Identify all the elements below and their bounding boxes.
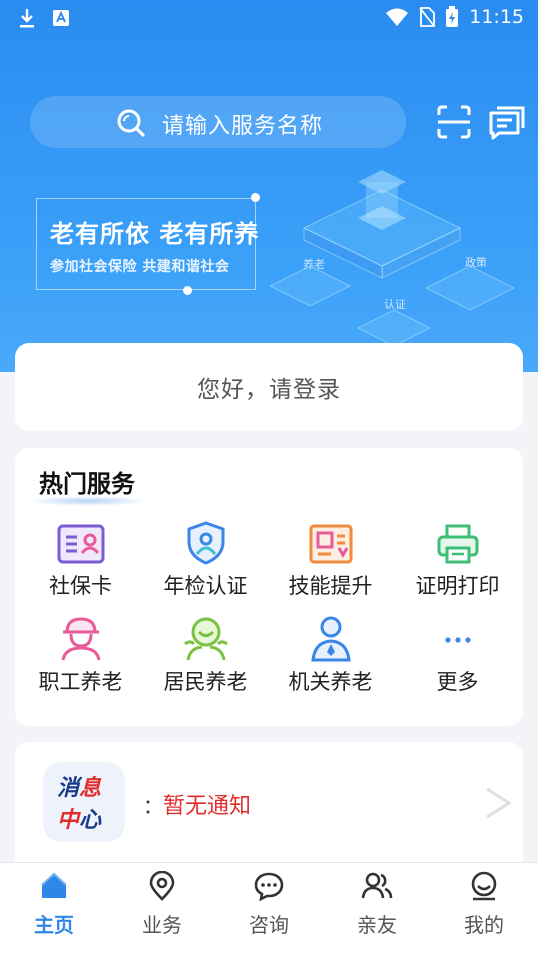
service-label: 机关养老: [288, 670, 373, 694]
tab-label: 亲友: [357, 913, 397, 937]
badge-char: 心: [79, 808, 102, 833]
printer-icon: [437, 524, 478, 564]
chat-bubble-icon: [254, 872, 284, 901]
chevron-right-icon[interactable]: [483, 786, 513, 820]
badge-char: 消: [57, 776, 80, 801]
search-input[interactable]: 请输入服务名称: [162, 108, 323, 140]
clock: 11:15: [469, 6, 524, 28]
art-label: 政策: [465, 256, 487, 269]
certificate-icon: [309, 524, 352, 564]
login-card[interactable]: 您好，请登录: [15, 343, 523, 431]
tab-business[interactable]: 业务: [108, 863, 216, 956]
search-icon: [117, 109, 145, 137]
service-label: 居民养老: [163, 670, 248, 694]
service-label: 职工养老: [38, 670, 123, 694]
service-label: 更多: [436, 670, 479, 694]
id-card-icon: [57, 524, 104, 564]
tab-label: 业务: [142, 913, 182, 937]
service-label: 证明打印: [415, 574, 500, 598]
worker-icon: [61, 617, 100, 661]
search-bar[interactable]: 请输入服务名称: [30, 96, 406, 148]
service-more[interactable]: 更多: [395, 614, 520, 694]
tab-home[interactable]: 主页: [0, 863, 108, 956]
service-skill-upgrade[interactable]: 技能提升: [268, 522, 393, 602]
notice-colon: ：: [143, 794, 163, 818]
tab-label: 我的: [464, 913, 504, 937]
bottom-tab-bar: 主页 业务 咨询 亲友 我的: [0, 862, 538, 956]
message-center-card[interactable]: 消息 中心 ： 暂无通知: [15, 742, 523, 862]
service-label: 社保卡: [49, 574, 112, 598]
service-label: 年检认证: [163, 574, 248, 598]
tab-relatives[interactable]: 亲友: [323, 863, 431, 956]
login-prompt[interactable]: 您好，请登录: [197, 370, 341, 404]
profile-face-icon: [471, 871, 497, 901]
service-official-pension[interactable]: 机关养老: [268, 614, 393, 694]
tab-mine[interactable]: 我的: [430, 863, 538, 956]
wifi-icon: [386, 8, 409, 26]
badge-line-2: 中心: [57, 802, 101, 834]
home-icon: [41, 872, 67, 898]
message-center-badge: 消息 中心: [43, 762, 125, 842]
art-label: 认证: [384, 298, 406, 311]
friends-icon: [361, 872, 393, 899]
status-bar: 11:15: [0, 0, 538, 38]
shield-user-icon: [187, 521, 224, 565]
notice-status: 暂无通知: [163, 794, 252, 819]
message-icon[interactable]: [488, 104, 526, 140]
location-pin-icon: [149, 871, 175, 901]
more-icon: [444, 637, 471, 643]
battery-icon: [446, 6, 459, 27]
download-icon: [20, 9, 34, 28]
service-annual-verify[interactable]: 年检认证: [143, 520, 268, 600]
hot-services-title: 热门服务: [39, 470, 135, 498]
badge-char: 息: [79, 776, 102, 801]
service-label: 技能提升: [288, 574, 373, 598]
badge-char: 中: [57, 808, 80, 833]
service-social-card[interactable]: 社保卡: [18, 522, 143, 602]
resident-icon: [183, 617, 228, 661]
tab-label: 主页: [34, 913, 74, 937]
service-certificate-print[interactable]: 证明打印: [395, 522, 520, 602]
header-banner: 11:15 请输入服务名称 老有所依 老有所养 参加社会保险 共建和谐社会 养老…: [0, 0, 538, 372]
official-icon: [310, 616, 351, 662]
frame-dot: [183, 286, 192, 295]
service-employee-pension[interactable]: 职工养老: [18, 614, 143, 694]
banner-subtitle: 参加社会保险 共建和谐社会: [50, 259, 230, 275]
no-sim-icon: [419, 7, 436, 27]
service-resident-pension[interactable]: 居民养老: [143, 614, 268, 694]
banner-title: 老有所依 老有所养: [50, 220, 260, 248]
app-notification-icon: [53, 10, 69, 26]
hot-services-card: 热门服务 社保卡 年检认证 技能提升 证明打印 职工养老 居民养老 机关养老 更…: [15, 448, 523, 726]
frame-dot: [251, 193, 260, 202]
tab-label: 咨询: [249, 913, 289, 937]
badge-line-1: 消息: [57, 770, 101, 802]
art-label: 养老: [303, 258, 325, 271]
scan-icon[interactable]: [436, 104, 472, 140]
tab-consult[interactable]: 咨询: [215, 863, 323, 956]
